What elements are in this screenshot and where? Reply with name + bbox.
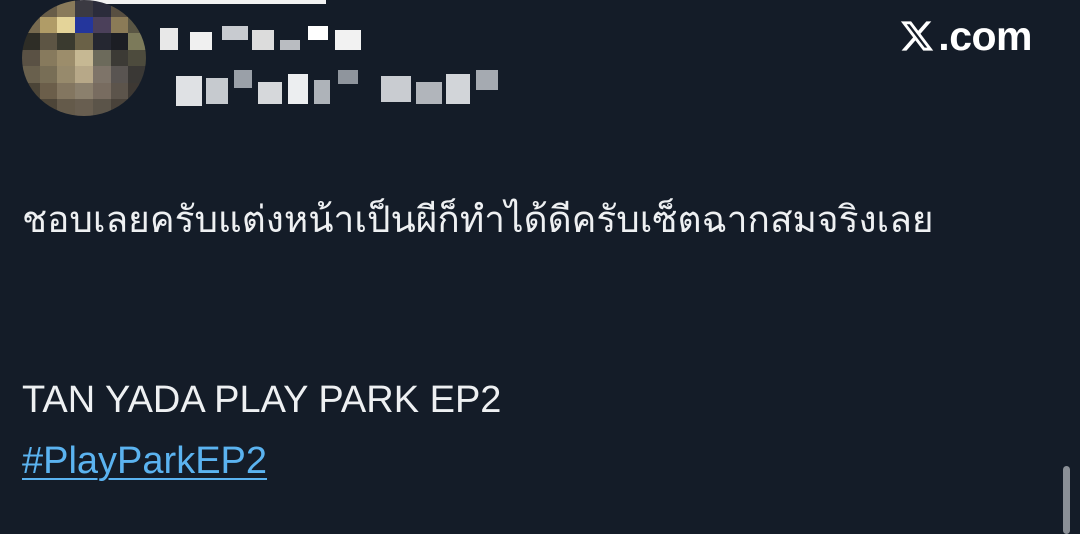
avatar-pixel (92, 99, 111, 116)
avatar-pixel (128, 33, 146, 50)
x-logo-icon (901, 21, 934, 51)
avatar-pixel (110, 33, 129, 50)
post-title-line: TAN YADA PLAY PARK EP2 (22, 379, 502, 421)
avatar-pixel (75, 49, 93, 67)
avatar-pixel (92, 66, 111, 83)
avatar-pixel (57, 99, 76, 116)
avatar-pixel (92, 49, 111, 67)
author-handle-blurred[interactable] (176, 70, 501, 108)
post-body-text: ชอบเลยครับแต่งหน้าเป็นผีก็ทำได้ดีครับเซ็… (22, 198, 934, 241)
avatar-pixel (75, 82, 93, 100)
avatar-pixel (110, 49, 129, 67)
avatar-pixel (110, 66, 129, 83)
avatar-pixel (57, 16, 76, 34)
avatar-pixel (128, 66, 146, 83)
avatar-pixel (75, 33, 93, 50)
avatar-pixel (39, 66, 58, 83)
avatar-pixel (128, 16, 146, 34)
avatar-pixel (22, 82, 40, 100)
avatar-pixel (128, 82, 146, 100)
avatar-pixel (57, 66, 76, 83)
avatar-pixel (39, 49, 58, 67)
avatar-pixel (75, 99, 93, 116)
avatar-pixel (57, 0, 76, 17)
x-com-watermark: .com (898, 12, 1032, 60)
avatar-pixel (22, 16, 40, 34)
avatar-pixel (92, 33, 111, 50)
avatar-pixel (57, 49, 76, 67)
avatar-pixel (110, 16, 129, 34)
watermark-domain: .com (938, 12, 1032, 59)
avatar[interactable] (22, 0, 146, 116)
avatar-pixel (22, 0, 40, 17)
hashtag-link[interactable]: #PlayParkEP2 (22, 432, 267, 490)
scrollbar-thumb[interactable] (1063, 466, 1070, 534)
avatar-pixel (39, 99, 58, 116)
avatar-pixel (22, 99, 40, 116)
avatar-pixel (22, 33, 40, 50)
avatar-pixel (22, 66, 40, 83)
avatar-pixel (92, 16, 111, 34)
avatar-pixel (92, 82, 111, 100)
author-name-blurred[interactable] (160, 18, 365, 58)
avatar-pixel (110, 82, 129, 100)
avatar-pixel (57, 82, 76, 100)
avatar-pixel (110, 99, 129, 116)
avatar-pixel (57, 33, 76, 50)
avatar-pixel (22, 49, 40, 67)
avatar-pixel (39, 82, 58, 100)
avatar-pixel (75, 0, 93, 17)
avatar-pixel (39, 0, 58, 17)
avatar-pixel (39, 33, 58, 50)
avatar-pixel (128, 99, 146, 116)
avatar-pixel (128, 49, 146, 67)
top-edge-highlight (80, 0, 326, 4)
avatar-pixel (75, 16, 93, 34)
avatar-pixel (39, 16, 58, 34)
avatar-pixel (75, 66, 93, 83)
